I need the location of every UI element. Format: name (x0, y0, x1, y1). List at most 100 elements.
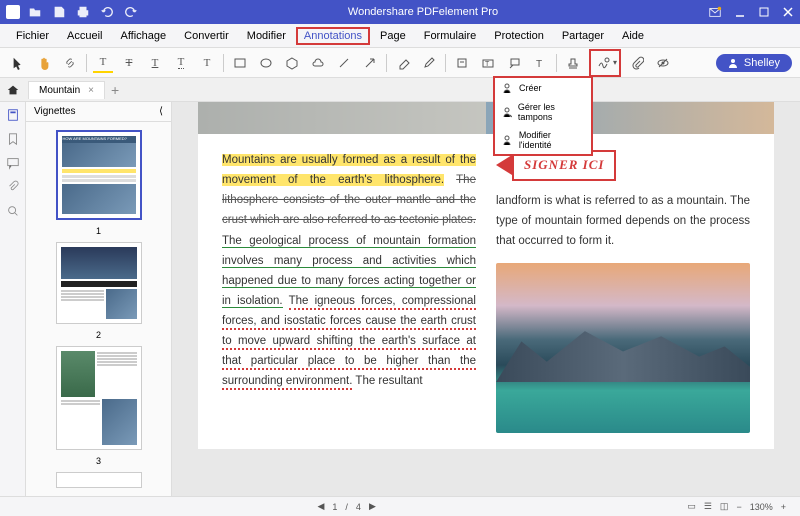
dd-manage-stamps[interactable]: Gérer les tampons (495, 98, 591, 126)
search-icon[interactable] (6, 204, 20, 218)
open-icon[interactable] (28, 5, 42, 19)
maximize-button[interactable] (758, 6, 770, 18)
redo-icon[interactable] (124, 5, 138, 19)
thumb-label-2: 2 (96, 330, 101, 340)
thumbnails-icon[interactable] (6, 108, 20, 122)
view-continuous-icon[interactable]: ☰ (704, 501, 712, 512)
user-icon (728, 58, 738, 68)
document-tab[interactable]: Mountain × (28, 81, 105, 99)
rect-shape-tool[interactable] (230, 53, 250, 73)
highlighted-text: Mountains are usually formed as a result… (222, 154, 476, 186)
menu-page[interactable]: Page (372, 27, 414, 45)
minimize-button[interactable] (734, 6, 746, 18)
close-button[interactable] (782, 6, 794, 18)
dd-create[interactable]: Créer (495, 78, 591, 98)
arrow-tool[interactable] (360, 53, 380, 73)
plain-text: The resultant (355, 375, 422, 387)
note-tool[interactable] (452, 53, 472, 73)
thumbnails-title: Vignettes (34, 106, 76, 117)
attachment-tool[interactable] (627, 53, 647, 73)
menu-modifier[interactable]: Modifier (239, 27, 294, 45)
add-tab-button[interactable]: + (111, 82, 119, 98)
eraser-tool[interactable] (393, 53, 413, 73)
prev-page-button[interactable]: ◀ (317, 501, 324, 512)
strikethrough-tool[interactable]: T (119, 53, 139, 73)
tab-label: Mountain (39, 85, 80, 96)
polygon-tool[interactable] (282, 53, 302, 73)
right-column-text: landform is what is referred to as a mou… (496, 191, 750, 251)
print-icon[interactable] (76, 5, 90, 19)
view-single-icon[interactable]: ▭ (687, 501, 696, 512)
menu-protection[interactable]: Protection (486, 27, 552, 45)
thumb-label-3: 3 (96, 456, 101, 466)
signature-tool[interactable] (593, 53, 613, 73)
thumbnail-page-4[interactable] (56, 472, 142, 488)
page-total: 4 (356, 502, 361, 512)
dd-modify-identity[interactable]: Modifier l'identité (495, 126, 591, 154)
home-icon[interactable] (6, 83, 20, 97)
menu-partager[interactable]: Partager (554, 27, 612, 45)
thumb-label-1: 1 (96, 226, 101, 236)
statusbar: ◀ 1 / 4 ▶ ▭ ☰ ◫ − 130% + (0, 496, 800, 516)
tab-close-icon[interactable]: × (88, 85, 94, 96)
underline-tool[interactable]: T (145, 53, 165, 73)
menu-formulaire[interactable]: Formulaire (416, 27, 485, 45)
hand-tool[interactable] (34, 53, 54, 73)
mountain-photo (496, 263, 750, 433)
svg-text:T: T (485, 61, 490, 68)
thumbnails-collapse-icon[interactable]: ⟨ (159, 106, 163, 117)
pencil-tool[interactable] (419, 53, 439, 73)
stamp-tool[interactable] (563, 53, 583, 73)
view-facing-icon[interactable]: ◫ (720, 501, 729, 512)
menu-convertir[interactable]: Convertir (176, 27, 237, 45)
comments-icon[interactable] (6, 156, 20, 170)
titlebar: Wondershare PDFelement Pro (0, 0, 800, 24)
zoom-out-button[interactable]: − (736, 502, 741, 512)
svg-text:T: T (536, 59, 542, 70)
text-comment-tool[interactable]: T (530, 53, 550, 73)
thumbnails-panel: Vignettes ⟨ HOW ARE MOUNTAINS FORMED? 1 … (26, 102, 172, 496)
highlight-tool[interactable]: T (93, 53, 113, 73)
oval-shape-tool[interactable] (256, 53, 276, 73)
page: Mountains are usually formed as a result… (198, 102, 774, 449)
undo-icon[interactable] (100, 5, 114, 19)
select-tool[interactable] (8, 53, 28, 73)
textbox-tool[interactable]: T (478, 53, 498, 73)
red-squiggle-text: The igneous forces, compressional forces… (222, 295, 476, 391)
page-header-image (198, 102, 774, 134)
right-column: SIGNER ICI landform is what is referred … (496, 150, 750, 433)
zoom-in-button[interactable]: + (781, 502, 786, 512)
caret-tool[interactable]: T (197, 53, 217, 73)
app-logo (6, 5, 20, 19)
link-tool[interactable] (60, 53, 80, 73)
attachments-icon[interactable] (6, 180, 20, 194)
callout-tool[interactable] (504, 53, 524, 73)
zoom-level[interactable]: 130% (750, 502, 773, 512)
mail-icon[interactable] (708, 5, 722, 19)
menu-annotations[interactable]: Annotations (296, 27, 370, 45)
document-area[interactable]: Mountains are usually formed as a result… (172, 102, 800, 496)
menu-fichier[interactable]: Fichier (8, 27, 57, 45)
window-title: Wondershare PDFelement Pro (138, 6, 708, 18)
menu-aide[interactable]: Aide (614, 27, 652, 45)
thumbnail-page-1[interactable]: HOW ARE MOUNTAINS FORMED? (56, 130, 142, 220)
signature-dropdown: Créer Gérer les tampons Modifier l'ident… (493, 76, 593, 156)
thumbnail-page-3[interactable] (56, 346, 142, 450)
user-pill[interactable]: Shelley (716, 54, 792, 72)
user-label: Shelley (744, 57, 780, 69)
side-icon-bar (0, 102, 26, 496)
menu-accueil[interactable]: Accueil (59, 27, 110, 45)
next-page-button[interactable]: ▶ (369, 501, 376, 512)
hide-annotations-tool[interactable] (653, 53, 673, 73)
menu-affichage[interactable]: Affichage (112, 27, 174, 45)
squiggly-tool[interactable]: T (171, 53, 191, 73)
left-column: Mountains are usually formed as a result… (222, 150, 476, 433)
line-tool[interactable] (334, 53, 354, 73)
menubar: Fichier Accueil Affichage Convertir Modi… (0, 24, 800, 48)
save-icon[interactable] (52, 5, 66, 19)
cloud-tool[interactable] (308, 53, 328, 73)
toolbar: T T T T T T T ▾ Shelley Créer Gérer les … (0, 48, 800, 78)
page-current[interactable]: 1 (332, 502, 337, 512)
bookmarks-icon[interactable] (6, 132, 20, 146)
thumbnail-page-2[interactable] (56, 242, 142, 324)
